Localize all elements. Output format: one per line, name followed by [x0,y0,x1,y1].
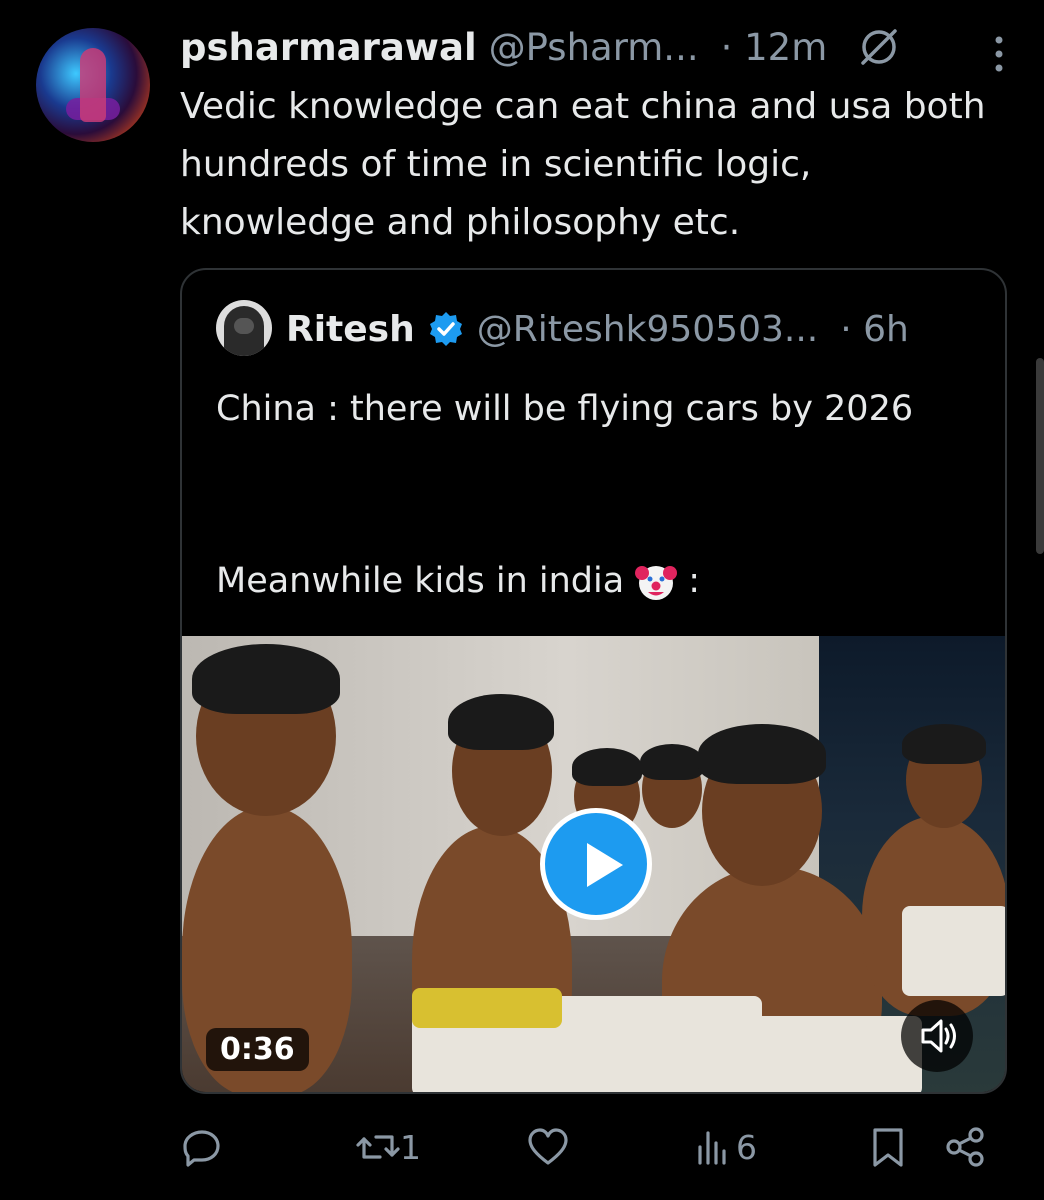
quoted-tweet-text-line1: China : there will be flying cars by 202… [216,389,914,429]
quoted-tweet[interactable]: Ritesh @Riteshk950503... · 6h China : th… [180,268,1007,1094]
quoted-tweet-text-line2: Meanwhile kids in india : [216,552,976,610]
scrollbar[interactable] [1036,358,1044,554]
video-child-hair [902,724,986,764]
author-name[interactable]: psharmarawal [180,26,477,69]
video-white-cloth [742,1016,922,1092]
video-child-hair [448,694,554,750]
author-handle[interactable]: @Psharm... [489,26,699,69]
tweet-text: Vedic knowledge can eat china and usa bo… [180,86,986,243]
video-yellow-cloth [412,988,562,1028]
retweet-button[interactable]: 1 [356,1112,421,1182]
bookmark-button[interactable] [866,1112,910,1182]
retweet-count: 1 [400,1127,421,1167]
like-button[interactable] [526,1112,570,1182]
share-button[interactable] [944,1112,988,1182]
like-icon [528,1128,568,1165]
play-icon [587,843,623,887]
quoted-tweet-text-after-emoji: : [688,561,700,601]
video-child-hair [572,748,642,786]
play-button[interactable] [540,808,652,920]
author-avatar[interactable] [36,28,150,142]
avatar-face [234,318,254,334]
video-child-hair [192,644,340,714]
views-button[interactable]: 6 [692,1112,757,1182]
retweet-icon [356,1135,400,1159]
quoted-tweet-time[interactable]: · 6h [840,309,909,350]
views-count: 6 [736,1127,757,1167]
quoted-tweet-header: Ritesh @Riteshk950503... · 6h [286,302,909,356]
reply-icon [183,1130,220,1167]
views-icon [698,1131,726,1165]
video-player[interactable]: 0:36 [182,636,1005,1092]
sound-icon [921,1019,956,1053]
avatar-figure [80,48,106,122]
video-white-cloth [902,906,1005,996]
video-child-hair [698,724,826,784]
sound-button[interactable] [901,1000,973,1072]
tweet-time[interactable]: · 12m [721,26,828,69]
video-child-hair [640,744,704,780]
more-icon[interactable] [992,34,1006,74]
quoted-author-handle[interactable]: @Riteshk950503... [477,309,818,350]
grok-icon[interactable] [857,25,901,69]
quoted-author-name[interactable]: Ritesh [286,309,415,350]
quoted-author-avatar[interactable] [216,300,272,356]
video-duration: 0:36 [206,1028,309,1071]
bookmark-icon [873,1128,903,1167]
tweet-header: psharmarawal @Psharm... · 12m [180,22,1014,72]
share-icon [946,1127,984,1167]
clown-emoji-icon [635,566,678,600]
tweet-actions: 1 6 [180,1112,990,1182]
verified-icon [429,312,462,346]
reply-button[interactable] [180,1112,224,1182]
quoted-tweet-text-before-emoji: Meanwhile kids in india [216,561,625,601]
